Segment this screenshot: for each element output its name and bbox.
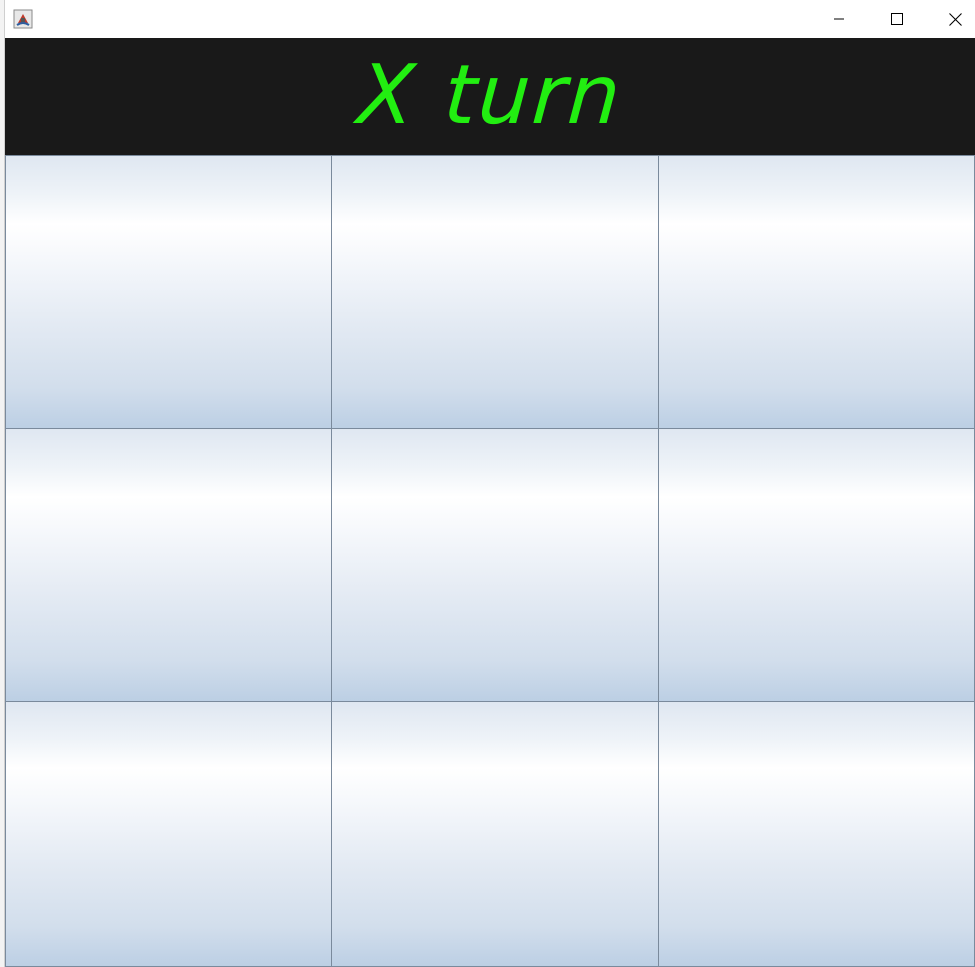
close-icon (948, 12, 962, 26)
game-window: X turn (0, 0, 975, 967)
maximize-icon (891, 13, 903, 25)
board-cell-3-1[interactable] (5, 701, 332, 967)
board-cell-2-1[interactable] (5, 428, 332, 702)
java-app-icon (13, 9, 33, 29)
title-bar[interactable] (5, 0, 975, 38)
board-cell-2-2[interactable] (331, 428, 659, 702)
minimize-icon (834, 18, 844, 20)
board-cell-1-3[interactable] (658, 155, 975, 429)
board-cell-3-3[interactable] (658, 701, 975, 967)
close-button[interactable] (926, 0, 975, 38)
game-board (5, 155, 975, 967)
board-cell-1-1[interactable] (5, 155, 332, 429)
maximize-button[interactable] (868, 0, 926, 38)
turn-status-label: X turn (354, 48, 626, 143)
turn-header: X turn (5, 38, 975, 155)
board-cell-3-2[interactable] (331, 701, 659, 967)
board-cell-2-3[interactable] (658, 428, 975, 702)
minimize-button[interactable] (810, 0, 868, 38)
board-cell-1-2[interactable] (331, 155, 659, 429)
